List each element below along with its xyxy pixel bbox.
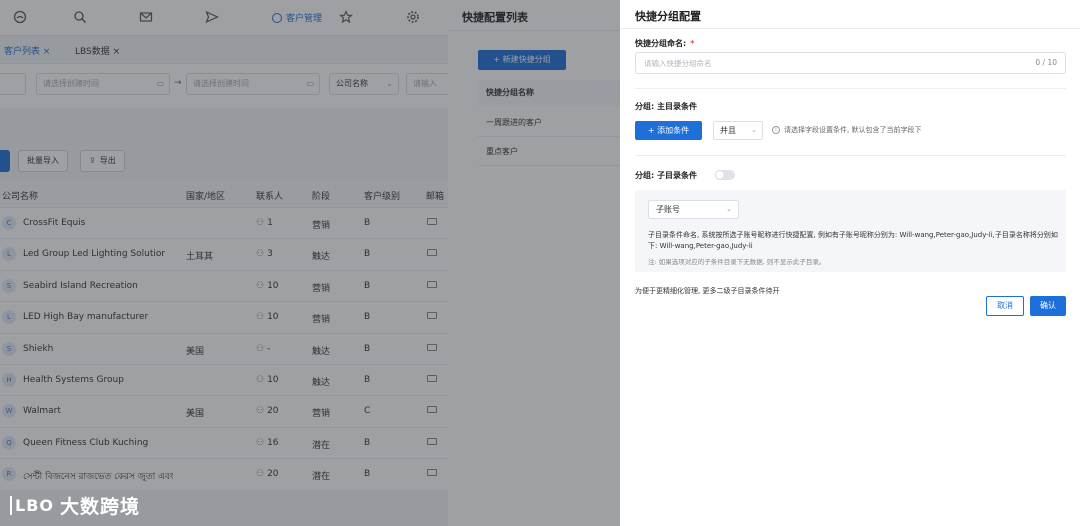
sub-condition-note: 注: 如果选项对应的子条件目录下无数据, 则不显示此子目录。	[648, 258, 826, 266]
watermark-text: 大数跨境	[60, 496, 141, 518]
char-counter: 0 / 10	[1035, 58, 1057, 67]
logic-select[interactable]: 并且 ⌄	[713, 121, 763, 140]
footer-note: 为便于更精细化管理, 更多二级子目录条件待开	[635, 287, 780, 295]
group-name-label-text: 快捷分组命名:	[635, 39, 687, 48]
toggle-knob	[716, 171, 724, 179]
required-mark: *	[690, 39, 695, 48]
drawer-title: 快捷分组配置	[635, 10, 701, 23]
main-condition-label: 分组: 主目录条件	[635, 102, 697, 111]
crm-background-page: 客户管理 客户列表 × LBS数据 × 请选择创建时间 ▭ → 请选择创建时间 …	[0, 0, 448, 526]
cancel-button[interactable]: 取消	[986, 296, 1024, 316]
sub-condition-box: 子账号 ⌄ 子目录条件命名, 系统按所选子账号昵称进行快捷配置, 例如有子账号昵…	[635, 190, 1066, 272]
watermark: LBO 大数跨境	[10, 492, 140, 519]
main-condition-hint: i 请选择字段设置条件, 默认包含了当前字段下	[772, 125, 921, 135]
add-condition-button[interactable]: + 添加条件	[635, 121, 702, 140]
sub-condition-description: 子目录条件命名, 系统按所选子账号昵称进行快捷配置, 例如有子账号昵称分别为: …	[648, 231, 1058, 250]
logic-select-value: 并且	[720, 126, 736, 135]
sub-account-select-value: 子账号	[656, 205, 680, 214]
sub-condition-toggle[interactable]	[715, 170, 735, 180]
quick-group-config-drawer: 快捷分组配置 快捷分组命名: * 请输入快捷分组命名 0 / 10 分组: 主目录…	[620, 0, 1080, 526]
divider	[620, 28, 1080, 29]
sub-condition-label: 分组: 子目录条件	[635, 171, 697, 180]
divider	[635, 88, 1066, 89]
sub-account-select[interactable]: 子账号 ⌄	[648, 200, 739, 219]
chevron-down-icon: ⌄	[751, 126, 757, 134]
confirm-button[interactable]: 确认	[1030, 296, 1066, 316]
divider	[635, 155, 1066, 156]
main-condition-hint-text: 请选择字段设置条件, 默认包含了当前字段下	[784, 126, 922, 134]
info-icon: i	[772, 126, 780, 134]
group-name-input[interactable]: 请输入快捷分组命名 0 / 10	[635, 52, 1066, 74]
group-name-placeholder: 请输入快捷分组命名	[644, 59, 712, 68]
drawer-mask[interactable]	[448, 0, 620, 526]
chevron-down-icon: ⌄	[726, 205, 732, 213]
group-name-label: 快捷分组命名: *	[635, 38, 694, 49]
watermark-logo: LBO	[10, 496, 54, 515]
modal-mask[interactable]	[0, 0, 448, 526]
